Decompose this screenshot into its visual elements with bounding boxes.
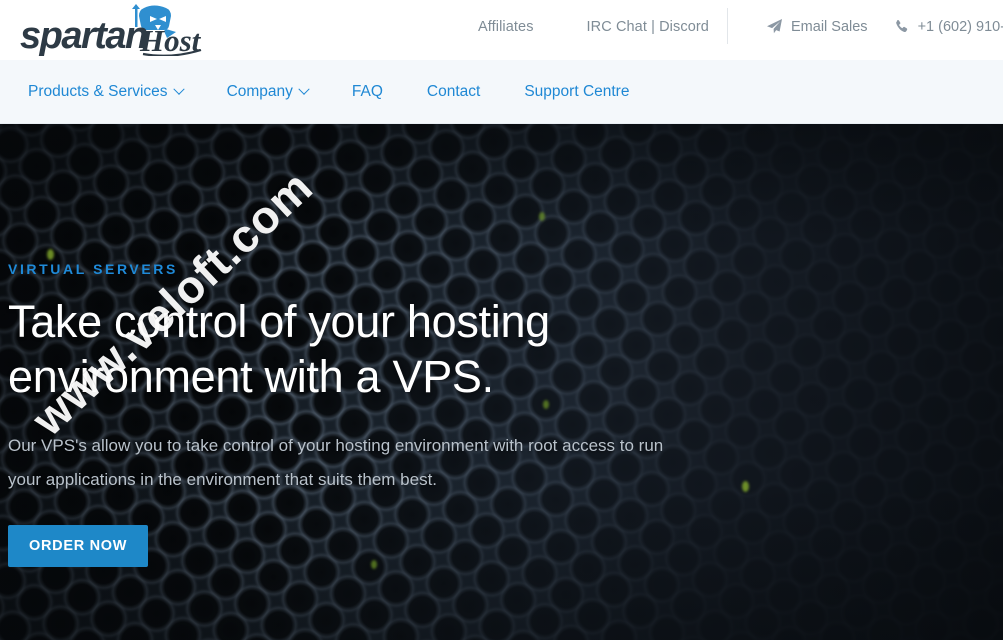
top-contact-group: Email Sales +1 (602) 910-5 xyxy=(766,18,1003,35)
main-nav-links: Products & Services Company FAQ Contact … xyxy=(28,60,629,124)
hero-content: VIRTUAL SERVERS Take control of your hos… xyxy=(8,261,708,567)
site-logo[interactable]: spartan Host xyxy=(14,4,229,56)
chevron-down-icon xyxy=(298,83,310,95)
nav-label-faq: FAQ xyxy=(351,83,383,100)
phone-number-label: +1 (602) 910-5 xyxy=(917,18,1003,35)
server-led-indicator xyxy=(47,249,54,260)
nav-label-products-and-services: Products & Services xyxy=(28,83,168,100)
phone-link[interactable]: +1 (602) 910-5 xyxy=(894,19,1003,35)
top-link-irc-chat-discord[interactable]: IRC Chat | Discord xyxy=(587,19,709,35)
top-link-affiliates[interactable]: Affiliates xyxy=(478,19,534,35)
hero-subtitle: Our VPS's allow you to take control of y… xyxy=(8,436,664,489)
hero-eyebrow: VIRTUAL SERVERS xyxy=(8,261,178,277)
nav-label-contact: Contact xyxy=(426,83,481,100)
email-sales-label: Email Sales xyxy=(791,18,868,35)
main-nav-bar: Products & Services Company FAQ Contact … xyxy=(0,60,1003,176)
nav-item-company[interactable]: Company xyxy=(226,83,310,101)
spartan-host-logo-svg: spartan Host xyxy=(20,4,202,56)
nav-item-contact[interactable]: Contact xyxy=(427,83,480,101)
email-sales-link[interactable]: Email Sales xyxy=(766,18,868,35)
top-bar: spartan Host Affiliates IRC Chat | Disco… xyxy=(0,0,1003,60)
hero-title: Take control of your hosting environment… xyxy=(8,296,550,402)
nav-label-support-centre: Support Centre xyxy=(524,83,630,100)
top-utility-links: Affiliates IRC Chat | Discord xyxy=(478,19,709,35)
chevron-down-icon xyxy=(172,83,185,95)
nav-label-company: Company xyxy=(226,83,293,100)
server-led-indicator xyxy=(539,212,545,221)
server-led-indicator xyxy=(742,481,749,492)
nav-item-support-centre[interactable]: Support Centre xyxy=(524,83,629,101)
order-now-button[interactable]: ORDER NOW xyxy=(8,525,149,567)
svg-text:spartan: spartan xyxy=(20,15,147,56)
svg-text:Host: Host xyxy=(139,23,202,56)
nav-item-faq[interactable]: FAQ xyxy=(352,83,383,101)
top-bar-divider xyxy=(727,8,728,44)
hero-section: VIRTUAL SERVERS Take control of your hos… xyxy=(0,124,1003,640)
paper-plane-icon xyxy=(766,18,783,35)
phone-icon xyxy=(894,19,910,35)
nav-item-products-and-services[interactable]: Products & Services xyxy=(28,83,185,101)
